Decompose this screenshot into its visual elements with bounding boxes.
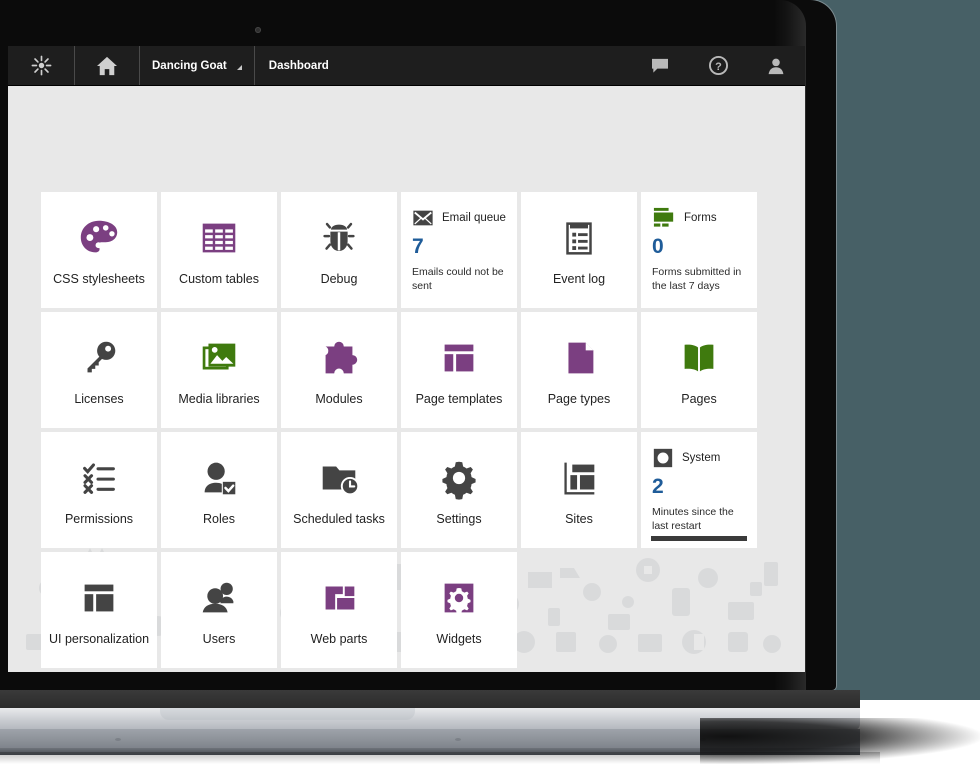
home-icon[interactable] (75, 46, 140, 85)
help-icon[interactable]: ? (689, 46, 747, 85)
tile-label: CSS stylesheets (53, 272, 145, 287)
envelope-icon (412, 207, 434, 229)
screen: Dancing Goat Dashboard ? CSS stylesheets… (8, 46, 805, 672)
svg-text:?: ? (715, 61, 722, 73)
tile-description: Minutes since the last restart (652, 506, 734, 532)
tile-title: Email queue (442, 212, 506, 224)
tile-label: Custom tables (179, 272, 259, 287)
tile-media-libraries[interactable]: Media libraries (161, 312, 277, 428)
dashboard-canvas: CSS stylesheets Custom tables Debug Email q… (8, 86, 805, 672)
tile-title: System (682, 452, 721, 464)
user-check-icon (196, 452, 242, 504)
site-selector-label: Dancing Goat (152, 59, 227, 72)
tile-ui-personalization[interactable]: UI personalization (41, 552, 157, 668)
tile-system[interactable]: System 2 Minutes since the last restart (641, 432, 757, 548)
tile-email-queue[interactable]: Email queue 7 Emails could not be sent (401, 192, 517, 308)
document-icon (556, 332, 602, 384)
tile-label: Permissions (64, 512, 134, 527)
tile-forms[interactable]: Forms 0 Forms submitted in the last 7 days (641, 192, 757, 308)
tile-event-log[interactable]: Event log (521, 192, 637, 308)
site-selector[interactable]: Dancing Goat (140, 46, 255, 85)
tile-value: 2 (652, 475, 664, 498)
form-icon (652, 207, 676, 229)
tile-modules[interactable]: Modules (281, 312, 397, 428)
tile-users[interactable]: Users (161, 552, 277, 668)
checklist-icon (76, 452, 122, 504)
tile-label: Settings (436, 512, 482, 527)
tile-label: Scheduled tasks (293, 512, 385, 527)
tile-label: Roles (203, 512, 235, 527)
tile-debug[interactable]: Debug (281, 192, 397, 308)
tile-settings[interactable]: Settings (401, 432, 517, 548)
bug-icon (316, 212, 362, 264)
tile-value: 7 (412, 235, 424, 258)
webparts-icon (316, 572, 362, 624)
tile-widgets[interactable]: Widgets (401, 552, 517, 668)
tile-label: Event log (552, 272, 606, 287)
tile-label: Users (202, 632, 236, 647)
tile-permissions[interactable]: Permissions (41, 432, 157, 548)
tile-label: Modules (315, 392, 363, 407)
tile-licenses[interactable]: Licenses (41, 312, 157, 428)
tile-sites[interactable]: Sites (521, 432, 637, 548)
gear-icon (436, 452, 482, 504)
book-icon (676, 332, 722, 384)
tile-header: Forms (652, 206, 746, 230)
tile-label: Pages (681, 392, 717, 407)
tile-label: Licenses (74, 392, 124, 407)
tile-label: Sites (565, 512, 593, 527)
tile-scheduled-tasks[interactable]: Scheduled tasks (281, 432, 397, 548)
clipboard-list-icon (556, 212, 602, 264)
webcam (255, 27, 261, 33)
base-screw (115, 738, 121, 741)
laptop-base-notch (160, 708, 415, 720)
breadcrumb-section[interactable]: Dashboard (255, 46, 341, 85)
chat-icon[interactable] (631, 46, 689, 85)
kentico-logo-icon[interactable] (8, 46, 75, 85)
dashboard-tile-grid: CSS stylesheets Custom tables Debug Email q… (41, 192, 757, 668)
tile-description: Forms submitted in the last 7 days (652, 266, 742, 292)
chevron-down-icon (236, 65, 242, 70)
widget-gear-icon (436, 572, 482, 624)
key-icon (76, 332, 122, 384)
puzzle-icon (316, 332, 362, 384)
laptop-hinge (0, 690, 860, 708)
tile-value: 0 (652, 235, 664, 258)
laptop-scene: Dancing Goat Dashboard ? CSS stylesheets… (0, 0, 980, 784)
users-icon (196, 572, 242, 624)
tile-pages[interactable]: Pages (641, 312, 757, 428)
tile-header: Email queue (412, 206, 506, 230)
tile-title: Forms (684, 212, 717, 224)
tile-label: UI personalization (48, 632, 150, 647)
tile-custom-tables[interactable]: Custom tables (161, 192, 277, 308)
tile-description: Emails could not be sent (412, 266, 504, 292)
tile-label: Page types (547, 392, 611, 407)
tile-header: System (652, 446, 746, 470)
tile-progress-bar (651, 536, 747, 541)
tile-label: Widgets (436, 632, 482, 647)
base-screw (455, 738, 461, 741)
laptop-contact-shadow (0, 752, 880, 764)
layout-icon (76, 572, 122, 624)
top-navigation-bar: Dancing Goat Dashboard ? (8, 46, 805, 86)
layout-icon (436, 332, 482, 384)
tile-page-types[interactable]: Page types (521, 312, 637, 428)
tile-label: Media libraries (178, 392, 260, 407)
table-icon (196, 212, 242, 264)
sites-layout-icon (556, 452, 602, 504)
tile-label: Web parts (310, 632, 368, 647)
user-icon[interactable] (747, 46, 805, 85)
tile-roles[interactable]: Roles (161, 432, 277, 548)
image-stack-icon (196, 332, 242, 384)
tile-page-templates[interactable]: Page templates (401, 312, 517, 428)
folder-clock-icon (316, 452, 362, 504)
tile-label: Debug (320, 272, 358, 287)
palette-icon (76, 212, 122, 264)
power-icon (652, 447, 674, 469)
tile-label: Page templates (415, 392, 503, 407)
tile-web-parts[interactable]: Web parts (281, 552, 397, 668)
tile-css-stylesheets[interactable]: CSS stylesheets (41, 192, 157, 308)
